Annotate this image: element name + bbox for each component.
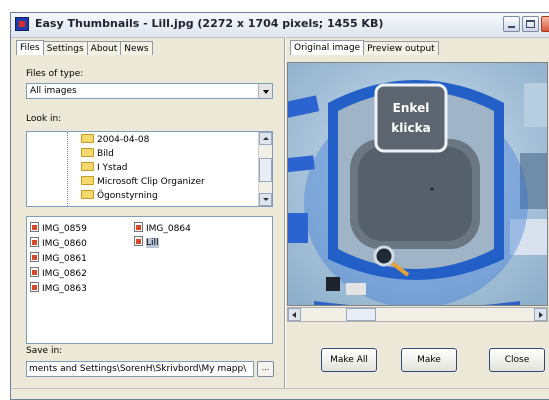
- folder-tree-scrollbar[interactable]: [258, 132, 272, 206]
- list-item[interactable]: IMG_0859: [30, 222, 87, 234]
- folder-icon: [81, 162, 94, 171]
- files-of-type-value: All images: [30, 86, 77, 96]
- scroll-down-icon[interactable]: [259, 193, 272, 206]
- tab-settings[interactable]: Settings: [42, 41, 88, 55]
- image-file-icon: [30, 252, 39, 262]
- list-item[interactable]: IMG_0864: [134, 222, 191, 234]
- maximize-button[interactable]: [522, 16, 539, 32]
- folder-item[interactable]: Bild: [81, 148, 114, 161]
- folder-item[interactable]: Ögonstyrning: [81, 190, 158, 203]
- app-icon: [15, 17, 29, 31]
- file-list[interactable]: IMG_0859 IMG_0860 IMG_0861 IMG_0862 IMG_…: [26, 216, 273, 344]
- image-preview: Enkel klicka: [287, 62, 548, 306]
- scroll-left-icon[interactable]: [288, 308, 301, 321]
- image-file-icon: [30, 282, 39, 292]
- tab-preview-output[interactable]: Preview output: [363, 41, 439, 55]
- close-button[interactable]: Close: [489, 348, 545, 372]
- look-in-label: Look in:: [26, 114, 62, 124]
- folder-icon: [81, 148, 94, 157]
- files-of-type-select[interactable]: All images: [26, 83, 273, 99]
- status-bar: [11, 388, 549, 399]
- preview-scrollbar[interactable]: [287, 307, 548, 322]
- image-file-icon: [30, 237, 39, 247]
- folder-icon: [81, 190, 94, 199]
- folder-icon: [81, 134, 94, 143]
- make-all-button[interactable]: Make All: [321, 348, 377, 372]
- image-file-icon: [30, 267, 39, 277]
- scroll-up-icon[interactable]: [259, 132, 272, 145]
- make-button[interactable]: Make: [401, 348, 457, 372]
- sign-text-line2: klicka: [391, 121, 430, 135]
- pane-divider[interactable]: [284, 37, 286, 399]
- window-title: Easy Thumbnails - Lill.jpg (2272 x 1704 …: [35, 17, 384, 30]
- tree-connector-line: [67, 132, 68, 206]
- folder-item[interactable]: 2004-04-08: [81, 134, 149, 147]
- tab-news[interactable]: News: [120, 41, 153, 55]
- list-item[interactable]: IMG_0863: [30, 282, 87, 294]
- save-in-label: Save in:: [26, 346, 63, 356]
- folder-item[interactable]: Microsoft Clip Organizer: [81, 176, 205, 189]
- image-file-icon: [134, 222, 143, 232]
- files-of-type-label: Files of type:: [26, 69, 84, 79]
- left-tab-strip: Files Settings About News: [16, 40, 153, 56]
- title-bar[interactable]: Easy Thumbnails - Lill.jpg (2272 x 1704 …: [11, 13, 549, 38]
- image-file-icon: [30, 222, 39, 232]
- list-item[interactable]: IMG_0862: [30, 267, 87, 279]
- browse-button[interactable]: ...: [257, 361, 274, 377]
- folder-icon: [81, 176, 94, 185]
- list-item[interactable]: IMG_0861: [30, 252, 87, 264]
- save-in-field[interactable]: ments and Settings\SorenH\Skrivbord\My m…: [26, 361, 254, 377]
- list-item-selected[interactable]: Lill: [134, 236, 159, 248]
- preview-photo: Enkel klicka: [288, 63, 547, 305]
- scroll-thumb[interactable]: [346, 308, 376, 321]
- chevron-down-icon[interactable]: [258, 84, 272, 98]
- scroll-thumb[interactable]: [259, 158, 272, 182]
- folder-item[interactable]: I Ystad: [81, 162, 127, 175]
- folder-tree[interactable]: 2004-04-08 Bild I Ystad Microsoft Clip O…: [26, 131, 273, 207]
- sign-text-line1: Enkel: [393, 101, 430, 115]
- tab-about[interactable]: About: [86, 41, 122, 55]
- close-window-button[interactable]: [541, 16, 549, 32]
- app-window: Easy Thumbnails - Lill.jpg (2272 x 1704 …: [10, 12, 549, 400]
- list-item[interactable]: IMG_0860: [30, 237, 87, 249]
- minimize-button[interactable]: [503, 16, 520, 32]
- right-tab-strip: Original image Preview output: [290, 40, 439, 56]
- image-file-icon: [134, 236, 143, 246]
- scroll-right-icon[interactable]: [534, 308, 547, 321]
- tab-files[interactable]: Files: [16, 40, 44, 55]
- tab-original-image[interactable]: Original image: [290, 40, 365, 55]
